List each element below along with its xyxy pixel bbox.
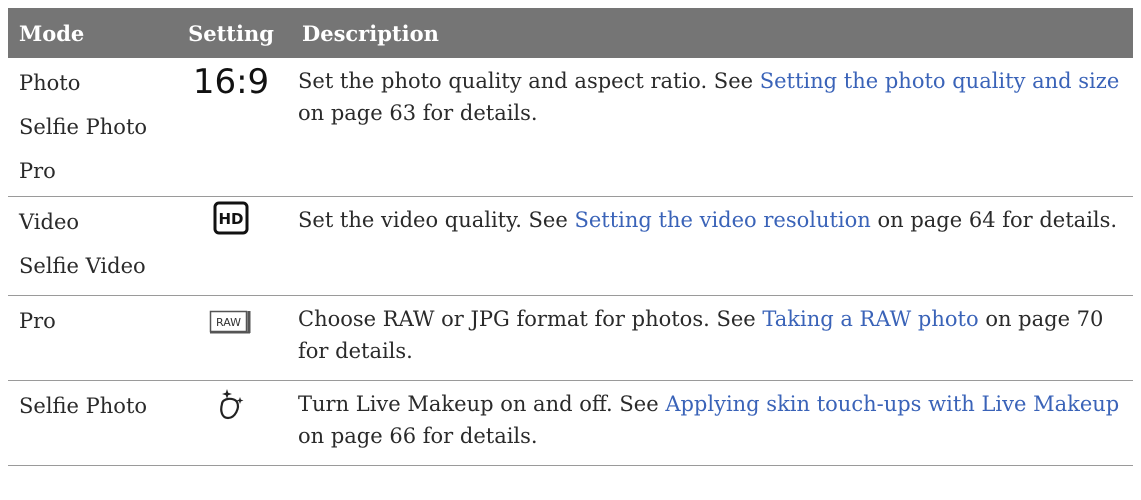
description-text: on page 63 for details. [298,101,538,125]
raw-format-icon[interactable]: RAW [209,300,253,343]
live-makeup-icon[interactable] [213,385,249,432]
header-description: Description [302,20,439,46]
camera-settings-table: Mode Setting Description Photo Selfie Ph… [8,8,1133,466]
header-mode: Mode [19,20,85,46]
table-row: Photo Selfie Photo Pro 16:9 Set the phot… [8,58,1133,197]
mode-label: Selfie Photo [19,115,148,139]
mode-cell: Selfie Photo [8,380,171,466]
description-text: on page 66 for details. [298,424,538,448]
header-setting: Setting [188,20,274,46]
table-header-row: Mode Setting Description [8,8,1133,58]
description-text: Set the photo quality and aspect ratio. … [298,69,760,93]
description-text: on page 64 for details. [870,208,1118,232]
setting-cell: RAW [171,295,291,381]
hd-icon-label: HD [218,210,243,228]
table-row: Selfie Photo Turn Live Makeup on and off… [8,380,1133,466]
mode-label: Photo [19,71,81,95]
mode-label: Pro [19,309,56,333]
description-text: Choose RAW or JPG format for photos. See [298,307,763,331]
description-cell: Choose RAW or JPG format for photos. See… [291,295,1133,381]
description-text: Set the video quality. See [298,208,575,232]
mode-cell: Video Selfie Video [8,196,171,296]
setting-cell: HD [171,196,291,296]
mode-label: Video [19,210,80,234]
raw-icon-label: RAW [216,316,241,329]
live-makeup-link[interactable]: Applying skin touch-ups with Live Makeup [665,392,1119,416]
table-row: Video Selfie Video HD Set the video qual… [8,196,1133,296]
mode-cell: Pro [8,295,171,381]
mode-label: Selfie Photo [19,394,148,418]
raw-photo-link[interactable]: Taking a RAW photo [762,307,978,331]
setting-cell: 16:9 [171,58,291,197]
aspect-ratio-16-9-icon[interactable]: 16:9 [193,62,269,102]
mode-cell: Photo Selfie Photo Pro [8,58,171,197]
mode-label: Pro [19,159,56,183]
video-resolution-link[interactable]: Setting the video resolution [574,208,870,232]
description-cell: Set the photo quality and aspect ratio. … [291,58,1133,197]
setting-cell [171,380,291,466]
table-row: Pro RAW Choose RAW or JPG format for pho… [8,295,1133,381]
hd-video-icon[interactable]: HD [213,201,249,244]
description-text: Turn Live Makeup on and off. See [298,392,666,416]
description-cell: Turn Live Makeup on and off. See Applyin… [291,380,1133,466]
mode-label: Selfie Video [19,254,146,278]
description-cell: Set the video quality. See Setting the v… [291,196,1133,296]
photo-quality-link[interactable]: Setting the photo quality and size [760,69,1120,93]
